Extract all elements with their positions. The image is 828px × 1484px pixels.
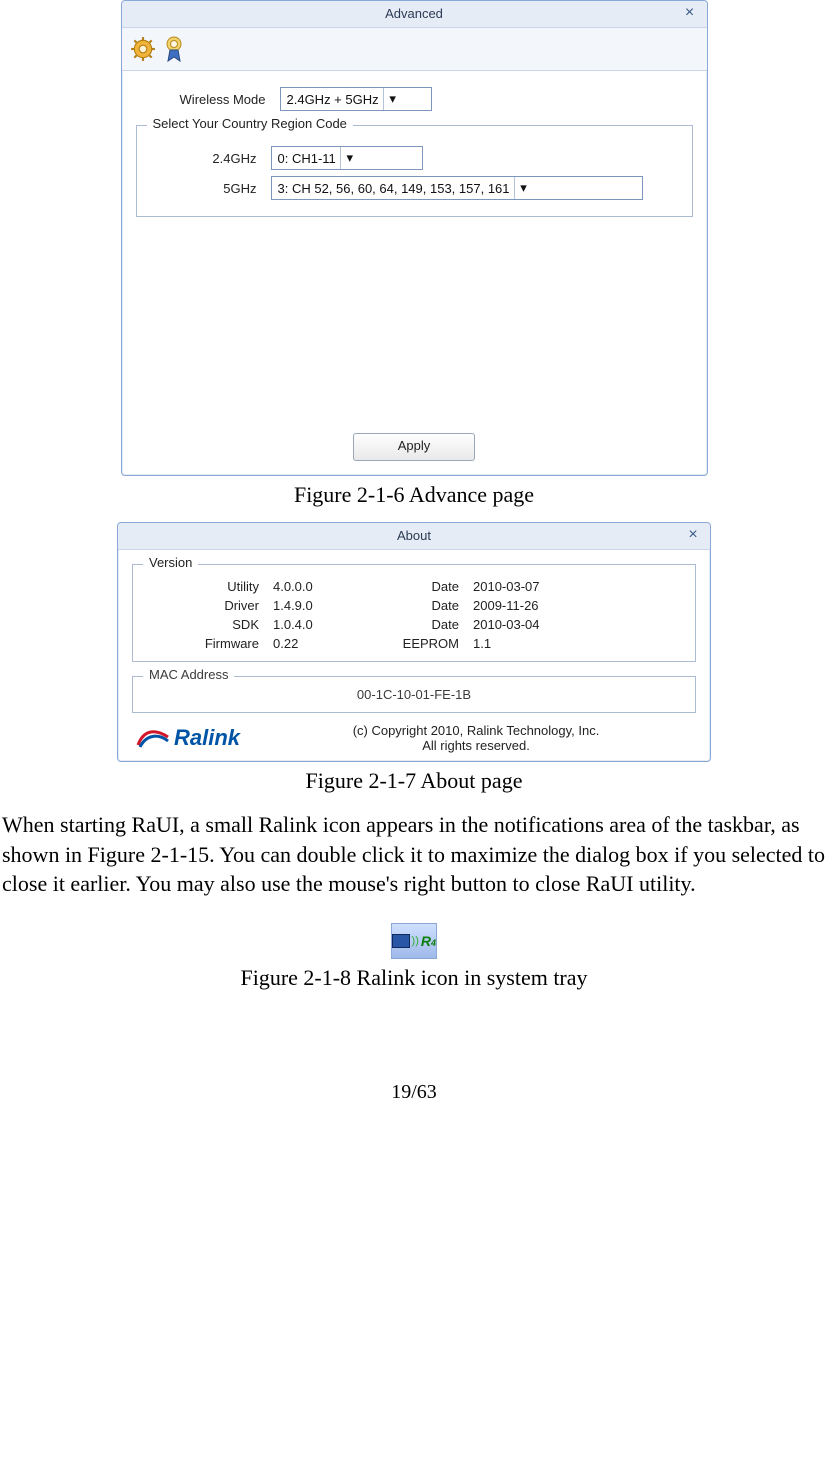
signal-icon: ))	[412, 935, 419, 947]
wireless-mode-value: 2.4GHz + 5GHz	[287, 92, 379, 107]
sdk-value: 1.0.4.0	[273, 617, 373, 632]
r-glyph-icon: R4	[421, 933, 436, 949]
version-fieldset: Version Utility 4.0.0.0 Date 2010-03-07 …	[132, 564, 696, 662]
copyright-line-1: (c) Copyright 2010, Ralink Technology, I…	[260, 723, 692, 738]
copyright-block: (c) Copyright 2010, Ralink Technology, I…	[260, 723, 692, 753]
mac-legend: MAC Address	[143, 667, 234, 682]
close-icon[interactable]: ×	[681, 5, 699, 23]
utility-date-label: Date	[373, 579, 473, 594]
driver-label: Driver	[183, 598, 273, 613]
about-titlebar: About ×	[118, 523, 710, 550]
band5-row: 5GHz 3: CH 52, 56, 60, 64, 149, 153, 157…	[147, 176, 682, 200]
band5-label: 5GHz	[147, 181, 271, 196]
tray-icon-figure: )) R4	[0, 923, 828, 959]
ribbon-icon[interactable]	[162, 35, 186, 63]
utility-value: 4.0.0.0	[273, 579, 373, 594]
band24-select[interactable]: 0: CH1-11 ▾	[271, 146, 423, 170]
firmware-value: 0.22	[273, 636, 373, 651]
driver-date-value: 2009-11-26	[473, 598, 633, 613]
wireless-mode-label: Wireless Mode	[136, 92, 280, 107]
wireless-mode-row: Wireless Mode 2.4GHz + 5GHz ▾	[136, 87, 693, 111]
band24-value: 0: CH1-11	[278, 151, 336, 166]
body-paragraph: When starting RaUI, a small Ralink icon …	[0, 810, 828, 899]
about-title: About	[397, 528, 431, 543]
firmware-label: Firmware	[183, 636, 273, 651]
advanced-titlebar: Advanced ×	[122, 1, 707, 28]
driver-date-label: Date	[373, 598, 473, 613]
figure-2-1-6-caption: Figure 2-1-6 Advance page	[0, 482, 828, 508]
gear-icon[interactable]	[130, 36, 156, 62]
monitor-icon	[392, 934, 410, 948]
region-code-legend: Select Your Country Region Code	[147, 116, 353, 131]
region-code-fieldset: Select Your Country Region Code 2.4GHz 0…	[136, 125, 693, 217]
utility-label: Utility	[183, 579, 273, 594]
ralink-tray-icon[interactable]: )) R4	[391, 923, 437, 959]
ralink-logo-text: Ralink	[174, 725, 240, 751]
about-panel: About × Version Utility 4.0.0.0 Date 201…	[117, 522, 711, 762]
close-icon[interactable]: ×	[684, 527, 702, 545]
band24-label: 2.4GHz	[147, 151, 271, 166]
advanced-panel: Advanced × Wireless Mode 2.4GHz + 5GHz ▾…	[121, 0, 708, 476]
band5-select[interactable]: 3: CH 52, 56, 60, 64, 149, 153, 157, 161…	[271, 176, 643, 200]
chevron-down-icon: ▾	[383, 88, 402, 110]
utility-date-value: 2010-03-07	[473, 579, 633, 594]
page-number: 19/63	[0, 1081, 828, 1104]
sdk-date-value: 2010-03-04	[473, 617, 633, 632]
eeprom-value: 1.1	[473, 636, 633, 651]
advanced-title: Advanced	[385, 6, 443, 21]
apply-label: Apply	[398, 438, 431, 453]
about-footer: Ralink (c) Copyright 2010, Ralink Techno…	[132, 713, 696, 757]
band5-value: 3: CH 52, 56, 60, 64, 149, 153, 157, 161	[278, 181, 510, 196]
band24-row: 2.4GHz 0: CH1-11 ▾	[147, 146, 682, 170]
chevron-down-icon: ▾	[514, 177, 533, 199]
chevron-down-icon: ▾	[340, 147, 359, 169]
apply-button[interactable]: Apply	[353, 433, 475, 461]
sdk-date-label: Date	[373, 617, 473, 632]
mac-value: 00-1C-10-01-FE-1B	[357, 687, 471, 702]
wireless-mode-select[interactable]: 2.4GHz + 5GHz ▾	[280, 87, 432, 111]
version-legend: Version	[143, 555, 198, 570]
figure-2-1-8-caption: Figure 2-1-8 Ralink icon in system tray	[0, 965, 828, 991]
driver-value: 1.4.9.0	[273, 598, 373, 613]
mac-address-fieldset: MAC Address 00-1C-10-01-FE-1B	[132, 676, 696, 713]
copyright-line-2: All rights reserved.	[260, 738, 692, 753]
sdk-label: SDK	[183, 617, 273, 632]
eeprom-label: EEPROM	[373, 636, 473, 651]
version-grid: Utility 4.0.0.0 Date 2010-03-07 Driver 1…	[183, 579, 685, 651]
figure-2-1-7-caption: Figure 2-1-7 About page	[0, 768, 828, 794]
ralink-logo: Ralink	[136, 725, 240, 751]
advanced-toolbar	[122, 28, 707, 71]
